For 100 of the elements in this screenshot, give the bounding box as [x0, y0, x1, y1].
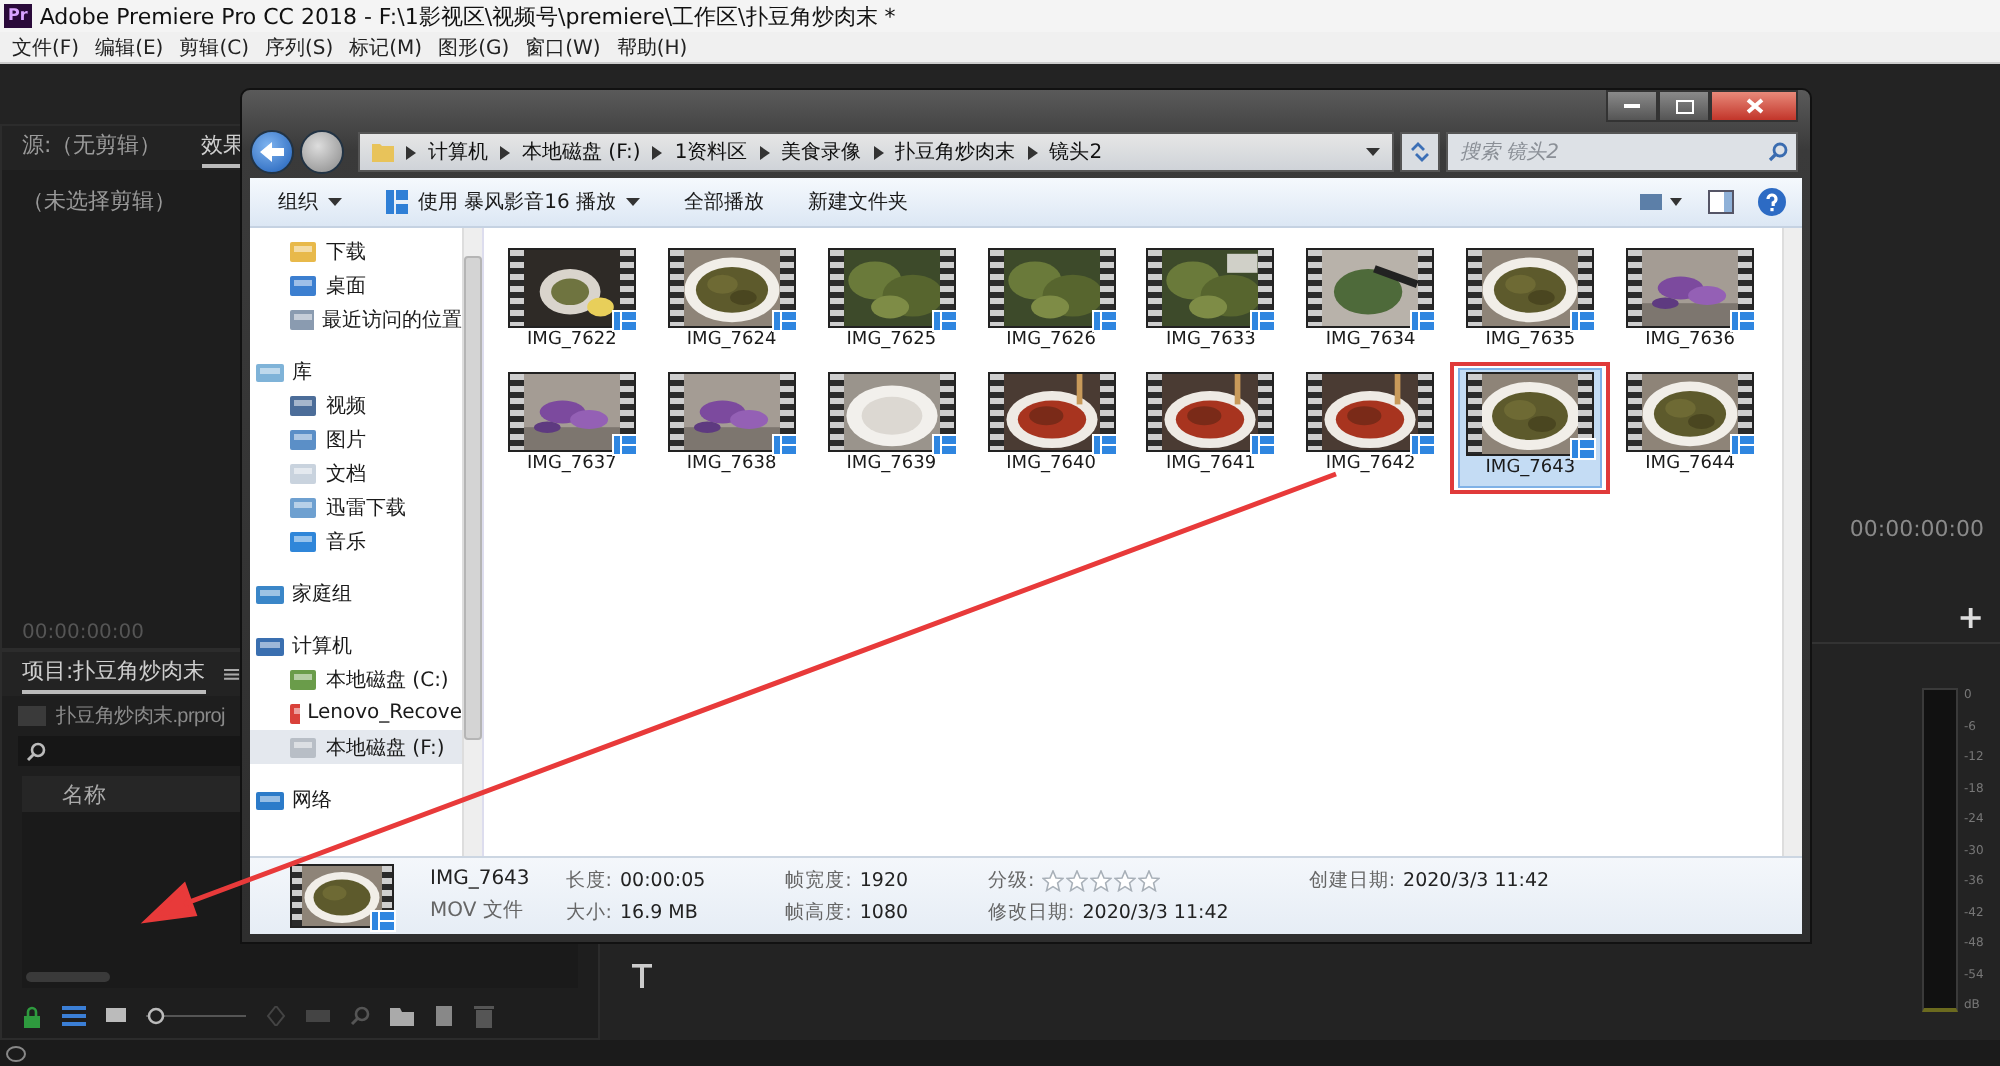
file-item[interactable]: IMG_7636	[1618, 244, 1763, 356]
toolbar-button[interactable]: 使用 暴风影音16 播放	[378, 184, 649, 220]
maximize-button[interactable]	[1658, 90, 1710, 122]
file-item[interactable]: IMG_7625	[819, 244, 964, 356]
file-item[interactable]: IMG_7641	[1138, 368, 1283, 480]
menu-item[interactable]: 文件(F)	[12, 33, 80, 61]
breadcrumb-item[interactable]: 美食录像	[781, 138, 862, 166]
chevron-icon	[500, 145, 510, 159]
scrollbar[interactable]	[1782, 228, 1802, 856]
menu-item[interactable]: 图形(G)	[438, 33, 510, 61]
address-bar[interactable]: 计算机 本地磁盘 (F:) 1资料区 美食录像 扑豆角炒肉末 镜头2	[358, 132, 1394, 172]
file-item[interactable]: IMG_7635	[1458, 244, 1603, 356]
file-item[interactable]: IMG_7640	[979, 368, 1124, 480]
toolbar-button[interactable]: 新建文件夹	[800, 184, 917, 220]
preview-pane-button[interactable]	[1708, 190, 1734, 214]
nav-item[interactable]: 下载	[250, 234, 462, 268]
file-item[interactable]: IMG_7639	[819, 368, 964, 480]
search-icon	[1768, 142, 1788, 162]
star-icon[interactable]	[1138, 869, 1161, 891]
chevron-icon	[873, 145, 884, 159]
video-file-icon	[1730, 434, 1757, 456]
timecode: 00:00:00:00	[1849, 516, 1984, 542]
property-value: 16.9 MB	[619, 901, 698, 923]
nav-item[interactable]: 网络	[250, 782, 462, 816]
property-label: 分级:	[988, 867, 1035, 893]
add-button[interactable]: +	[1957, 602, 1984, 634]
nav-item[interactable]: 计算机	[250, 628, 462, 662]
slider-thumb[interactable]	[147, 1007, 165, 1025]
nav-item[interactable]: 图片	[250, 422, 462, 456]
breadcrumb-item[interactable]: 本地磁盘 (F:)	[522, 138, 641, 166]
file-item[interactable]: IMG_7642	[1298, 368, 1443, 480]
nav-item[interactable]: 本地磁盘 (F:)	[250, 730, 462, 764]
file-item[interactable]: IMG_7637	[499, 368, 644, 480]
lock-icon[interactable]	[22, 1005, 42, 1027]
file-item[interactable]: IMG_7626	[979, 244, 1124, 356]
app-logo: Pr	[4, 4, 32, 28]
nav-item[interactable]: 桌面	[250, 268, 462, 302]
menu-item[interactable]: 标记(M)	[349, 33, 423, 61]
nav-item[interactable]: 文档	[250, 456, 462, 490]
file-item[interactable]: IMG_7622	[499, 244, 644, 356]
star-icon[interactable]	[1066, 869, 1089, 891]
help-button[interactable]	[1758, 188, 1786, 216]
toolbar-button[interactable]: 组织	[270, 184, 350, 220]
file-item[interactable]: IMG_7638	[659, 368, 804, 480]
nav-item[interactable]: 最近访问的位置	[250, 302, 462, 336]
menu-item[interactable]: 剪辑(C)	[179, 33, 249, 61]
star-icon[interactable]	[1090, 869, 1113, 891]
back-arrow-icon	[260, 142, 284, 162]
video-file-icon	[931, 310, 958, 332]
chevron-icon	[759, 145, 770, 159]
breadcrumb-item[interactable]: 1资料区	[674, 138, 748, 166]
rating-stars[interactable]	[1042, 869, 1161, 891]
file-item[interactable]: IMG_7624	[659, 244, 804, 356]
minimize-button[interactable]	[1606, 90, 1658, 122]
chevron-icon	[652, 145, 663, 159]
breadcrumb-item[interactable]: 计算机	[428, 138, 488, 166]
search-field[interactable]: 搜索 镜头2	[1446, 132, 1798, 172]
toolbar-button[interactable]: 全部播放	[676, 184, 773, 220]
nav-item[interactable]: 视频	[250, 388, 462, 422]
nav-item[interactable]: Lenovo_Recove	[250, 696, 462, 730]
nav-item[interactable]: 家庭组	[250, 576, 462, 610]
file-item[interactable]: IMG_7643	[1458, 368, 1603, 488]
refresh-button[interactable]	[1400, 132, 1440, 172]
scrollbar[interactable]	[462, 228, 482, 856]
breadcrumb-item[interactable]: 扑豆角炒肉末	[895, 138, 1016, 166]
close-button[interactable]	[1710, 90, 1798, 122]
forward-button[interactable]	[300, 130, 344, 174]
zoom-slider[interactable]	[146, 1006, 246, 1026]
video-file-icon	[1250, 310, 1277, 332]
nav-item[interactable]: 本地磁盘 (C:)	[250, 662, 462, 696]
view-options-button[interactable]	[1640, 192, 1684, 212]
back-button[interactable]	[250, 130, 294, 174]
new-item-icon[interactable]	[434, 1006, 454, 1026]
menu-item[interactable]: 编辑(E)	[95, 33, 164, 61]
type-tool-icon[interactable]	[630, 964, 654, 988]
menu-item[interactable]: 序列(S)	[264, 33, 334, 61]
file-item[interactable]: IMG_7634	[1298, 244, 1443, 356]
menu-item[interactable]: 帮助(H)	[616, 33, 688, 61]
nav-item[interactable]: 库	[250, 354, 462, 388]
search-icon	[26, 741, 46, 761]
star-icon[interactable]	[1042, 869, 1065, 891]
panel-tab[interactable]: 源:（无剪辑）	[22, 129, 162, 167]
list-view-icon[interactable]	[62, 1006, 86, 1026]
video-file-icon	[771, 310, 798, 332]
scrollbar[interactable]	[26, 972, 110, 982]
nav-item[interactable]: 音乐	[250, 524, 462, 558]
dropdown-arrow-icon[interactable]	[1366, 148, 1380, 156]
panel-menu-button[interactable]: ≡	[221, 660, 242, 688]
menu-item[interactable]: 窗口(W)	[525, 33, 601, 61]
breadcrumb-item[interactable]: 镜头2	[1049, 138, 1103, 166]
nav-item[interactable]: 迅雷下载	[250, 490, 462, 524]
minimize-icon	[1624, 103, 1640, 109]
video-file-icon	[1570, 310, 1597, 332]
file-item[interactable]: IMG_7644	[1618, 368, 1763, 480]
file-item[interactable]: IMG_7633	[1138, 244, 1283, 356]
status-icon[interactable]	[6, 1045, 26, 1061]
column-header[interactable]: 名称	[62, 779, 106, 809]
panel-tab[interactable]: 项目:扑豆角炒肉末	[22, 655, 206, 693]
star-icon[interactable]	[1114, 869, 1137, 891]
icon-view-icon[interactable]	[106, 1007, 126, 1025]
